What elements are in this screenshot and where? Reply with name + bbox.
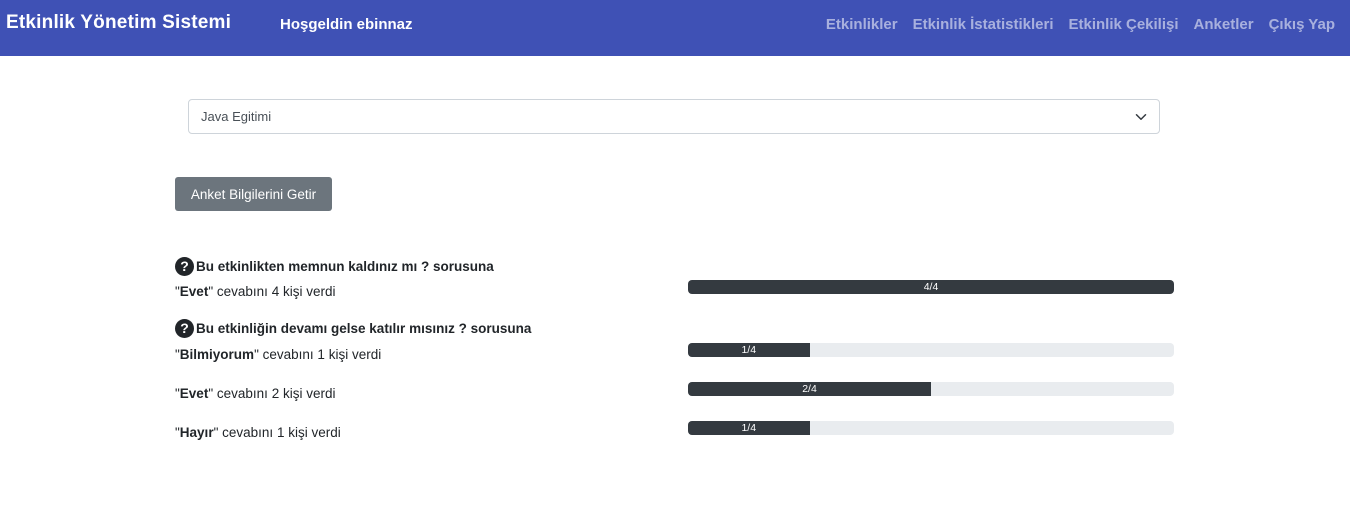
answer-count: 4 bbox=[271, 284, 280, 299]
answer-label: Evet bbox=[179, 284, 209, 299]
answer-count: 1 bbox=[317, 347, 325, 362]
answer-suffix: cevabını bbox=[216, 386, 268, 401]
question-2: ? Bu etkinliğin devamı gelse katılır mıs… bbox=[175, 319, 531, 338]
fetch-survey-button[interactable]: Anket Bilgilerini Getir bbox=[175, 177, 332, 211]
brand-title[interactable]: Etkinlik Yönetim Sistemi bbox=[6, 12, 231, 34]
event-select-value: Java Egitimi bbox=[201, 109, 272, 124]
nav-links: Etkinlikler Etkinlik İstatistikleri Etki… bbox=[826, 16, 1335, 33]
welcome-text: Hoşgeldin ebinnaz bbox=[280, 16, 413, 33]
question-icon: ? bbox=[175, 319, 194, 338]
event-select[interactable]: Java Egitimi bbox=[188, 99, 1160, 134]
answer-suffix: cevabını bbox=[222, 425, 274, 440]
answer-count: 1 bbox=[276, 425, 285, 440]
answer-count: 2 bbox=[271, 386, 280, 401]
nav-link-etkinlikler[interactable]: Etkinlikler bbox=[826, 16, 898, 33]
answer-label: Bilmiyorum bbox=[179, 347, 255, 362]
nav-link-etkinlik-cekilisi[interactable]: Etkinlik Çekilişi bbox=[1068, 16, 1178, 33]
answer-progress: 1/4 bbox=[688, 343, 1174, 357]
answer-progress-bar: 1/4 bbox=[688, 421, 810, 435]
answer-suffix: cevabını bbox=[262, 347, 314, 362]
nav-link-etkinlik-istatistikleri[interactable]: Etkinlik İstatistikleri bbox=[913, 16, 1054, 33]
answer-row: "Bilmiyorum" cevabını 1 kişi verdi bbox=[175, 347, 382, 362]
answer-tail: kişi verdi bbox=[328, 347, 382, 362]
question-1: ? Bu etkinlikten memnun kaldınız mı ? so… bbox=[175, 257, 494, 276]
answer-progress-bar: 2/4 bbox=[688, 382, 931, 396]
answer-row: "Hayır" cevabını 1 kişi verdi bbox=[175, 425, 341, 440]
question-text: Bu etkinlikten memnun kaldınız mı ? soru… bbox=[196, 259, 494, 274]
answer-progress: 2/4 bbox=[688, 382, 1174, 396]
nav-link-anketler[interactable]: Anketler bbox=[1194, 16, 1254, 33]
answer-suffix: cevabını bbox=[216, 284, 268, 299]
answer-progress-bar: 4/4 bbox=[688, 280, 1174, 294]
answer-progress: 1/4 bbox=[688, 421, 1174, 435]
question-icon: ? bbox=[175, 257, 194, 276]
answer-label: Evet bbox=[179, 386, 209, 401]
nav-link-cikis-yap[interactable]: Çıkış Yap bbox=[1269, 16, 1335, 33]
answer-tail: kişi verdi bbox=[282, 284, 336, 299]
answer-row: "Evet" cevabını 2 kişi verdi bbox=[175, 386, 336, 401]
answer-label: Hayır bbox=[179, 425, 214, 440]
answer-row: "Evet" cevabını 4 kişi verdi bbox=[175, 284, 336, 299]
question-text: Bu etkinliğin devamı gelse katılır mısın… bbox=[196, 321, 532, 336]
chevron-down-icon bbox=[1135, 113, 1147, 120]
navbar: Etkinlik Yönetim Sistemi Hoşgeldin ebinn… bbox=[0, 0, 1350, 56]
answer-progress-bar: 1/4 bbox=[688, 343, 810, 357]
answer-tail: kişi verdi bbox=[282, 386, 336, 401]
answer-progress: 4/4 bbox=[688, 280, 1174, 294]
answer-tail: kişi verdi bbox=[288, 425, 341, 440]
